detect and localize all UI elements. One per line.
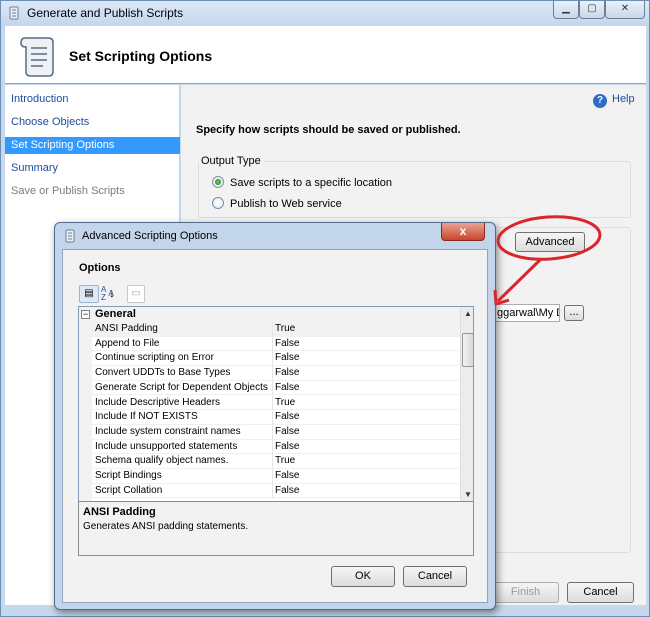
property-name: Generate Script for Dependent Objects bbox=[95, 381, 268, 393]
dialog-title: Advanced Scripting Options bbox=[82, 230, 218, 242]
property-value[interactable]: False bbox=[272, 469, 460, 483]
ok-button[interactable]: OK bbox=[331, 566, 395, 587]
instruction-text: Specify how scripts should be saved or p… bbox=[196, 124, 461, 136]
scroll-up-icon[interactable]: ▲ bbox=[461, 307, 473, 321]
wizard-cancel-button[interactable]: Cancel bbox=[567, 582, 634, 603]
property-row[interactable]: ANSI Padding True bbox=[92, 322, 460, 337]
nav-item-summary[interactable]: Summary bbox=[5, 160, 180, 177]
collapse-icon[interactable]: − bbox=[81, 310, 90, 319]
property-value[interactable]: True bbox=[272, 322, 460, 336]
grid-scrollbar[interactable]: ▲ ▼ bbox=[460, 307, 473, 501]
property-name: Include Descriptive Headers bbox=[95, 396, 221, 408]
property-row[interactable]: Include unsupported statements False bbox=[92, 439, 460, 455]
property-name: ANSI Padding bbox=[95, 323, 158, 334]
property-value[interactable]: True bbox=[272, 395, 460, 410]
property-row[interactable]: Script Bindings False bbox=[92, 469, 460, 484]
property-pages-icon: ▭ bbox=[127, 285, 145, 303]
property-value[interactable]: False bbox=[272, 424, 460, 439]
dialog-close-button[interactable]: x bbox=[441, 223, 485, 241]
save-to-location-label: Save scripts to a specific location bbox=[230, 177, 393, 189]
property-value[interactable]: False bbox=[272, 366, 460, 381]
advanced-button[interactable]: Advanced bbox=[515, 232, 585, 252]
property-row[interactable]: Continue scripting on Error False bbox=[92, 351, 460, 367]
dialog-cancel-button[interactable]: Cancel bbox=[403, 566, 467, 587]
grid-gutter bbox=[79, 307, 92, 501]
nav-item-set-scripting-options[interactable]: Set Scripting Options bbox=[5, 137, 180, 154]
output-type-label: Output Type bbox=[199, 155, 263, 167]
property-value[interactable]: False bbox=[272, 439, 460, 454]
description-title: ANSI Padding bbox=[83, 506, 156, 518]
property-value[interactable]: False bbox=[272, 483, 460, 498]
close-icon: x bbox=[459, 224, 467, 238]
property-row[interactable]: Include system constraint names False bbox=[92, 424, 460, 440]
property-name: Continue scripting on Error bbox=[95, 352, 214, 364]
property-value[interactable]: False bbox=[272, 336, 460, 351]
categorized-view-icon[interactable]: ▤ bbox=[79, 285, 99, 303]
property-name: Script Bindings bbox=[95, 470, 162, 481]
property-row[interactable]: Append to File False bbox=[92, 336, 460, 352]
property-row[interactable]: Schema qualify object names. True bbox=[92, 454, 460, 469]
advanced-scripting-options-dialog: Advanced Scripting Options x Options ▤ A… bbox=[54, 222, 496, 610]
maximize-button[interactable]: ▢ bbox=[579, 1, 605, 19]
property-name: Convert UDDTs to Base Types bbox=[95, 367, 231, 379]
property-description-panel: ANSI Padding Generates ANSI padding stat… bbox=[78, 501, 474, 556]
property-value[interactable]: False bbox=[272, 380, 460, 395]
property-name: Include unsupported statements bbox=[95, 440, 238, 452]
property-row[interactable]: Include If NOT EXISTS False bbox=[92, 410, 460, 425]
options-label: Options bbox=[79, 262, 121, 274]
nav-item-introduction[interactable]: Introduction bbox=[5, 91, 180, 108]
file-path-field[interactable]: ggarwal\My Dc bbox=[494, 304, 560, 322]
property-name: Include If NOT EXISTS bbox=[95, 411, 198, 423]
nav-item-choose-objects[interactable]: Choose Objects bbox=[5, 114, 180, 131]
minimize-button[interactable]: ▁ bbox=[553, 1, 579, 19]
script-scroll-icon bbox=[9, 6, 19, 20]
property-name: Include system constraint names bbox=[95, 425, 241, 437]
sort-arrow-icon: ↓ bbox=[109, 286, 115, 300]
property-value[interactable]: False bbox=[272, 410, 460, 425]
property-row[interactable]: Include Descriptive Headers True bbox=[92, 395, 460, 411]
property-name: Schema qualify object names. bbox=[95, 455, 229, 467]
help-link[interactable]: Help bbox=[612, 93, 635, 105]
save-to-location-option[interactable]: Save scripts to a specific location bbox=[212, 176, 392, 189]
window-title: Generate and Publish Scripts bbox=[27, 6, 184, 20]
property-row[interactable]: Convert UDDTs to Base Types False bbox=[92, 366, 460, 381]
category-general[interactable]: − General bbox=[79, 307, 460, 322]
radio-checked[interactable] bbox=[212, 176, 224, 188]
property-grid: − General ANSI Padding True Append to Fi… bbox=[78, 306, 474, 502]
window-titlebar[interactable]: Generate and Publish Scripts ▁ ▢ ✕ bbox=[1, 1, 649, 26]
script-scroll-icon bbox=[65, 229, 75, 243]
page-title: Set Scripting Options bbox=[69, 48, 213, 64]
help-icon[interactable]: ? bbox=[593, 94, 607, 108]
publish-web-service-label: Publish to Web service bbox=[230, 198, 342, 210]
category-label: General bbox=[95, 308, 136, 320]
nav-item-save-or-publish: Save or Publish Scripts bbox=[11, 185, 125, 197]
finish-button: Finish bbox=[492, 582, 559, 603]
dialog-titlebar[interactable]: Advanced Scripting Options x bbox=[55, 223, 495, 249]
property-name: Script Collation bbox=[95, 484, 163, 496]
wizard-header: Set Scripting Options bbox=[5, 26, 646, 84]
property-value[interactable]: False bbox=[272, 351, 460, 366]
scroll-thumb[interactable] bbox=[462, 333, 473, 367]
property-row[interactable]: Generate Script for Dependent Objects Fa… bbox=[92, 380, 460, 396]
close-window-button[interactable]: ✕ bbox=[605, 1, 645, 19]
property-row[interactable]: Script Collation False bbox=[92, 483, 460, 499]
sort-az-glyph: AZ bbox=[101, 285, 107, 302]
description-text: Generates ANSI padding statements. bbox=[83, 521, 249, 532]
script-scroll-icon bbox=[20, 37, 54, 77]
property-value[interactable]: True bbox=[272, 454, 460, 469]
browse-button[interactable]: ... bbox=[564, 305, 584, 321]
property-name: Append to File bbox=[95, 337, 160, 349]
publish-web-service-option[interactable]: Publish to Web service bbox=[212, 197, 342, 210]
dialog-body: Options ▤ A AZ ↓ ▭ − General ANSI Paddin… bbox=[62, 249, 488, 603]
scroll-down-icon[interactable]: ▼ bbox=[461, 488, 473, 501]
radio-unchecked[interactable] bbox=[212, 197, 224, 209]
